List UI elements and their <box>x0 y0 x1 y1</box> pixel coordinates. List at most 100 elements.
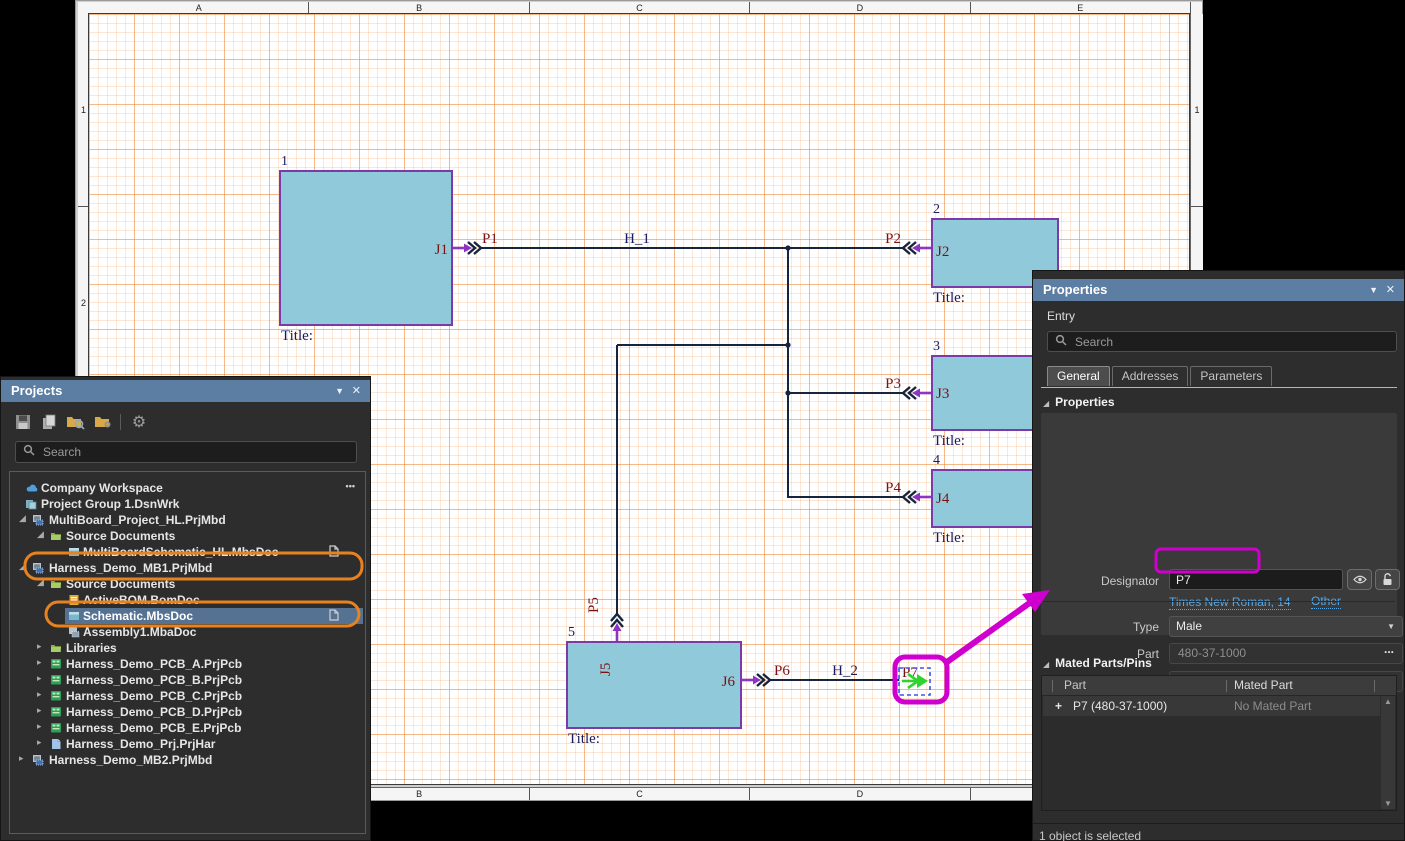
divider <box>1033 823 1404 824</box>
block-number: 2 <box>933 202 940 217</box>
expand-icon[interactable]: ▸ <box>37 641 42 652</box>
entry-designator-label[interactable]: P2 <box>885 231 901 247</box>
tree-item-multiboard-project-hl-prjmbd[interactable]: ◢MultiBoard_Project_HL.PrjMbd <box>10 512 365 528</box>
more-options-icon[interactable]: ••• <box>346 481 355 491</box>
settings-icon[interactable]: ⚙ <box>129 413 149 431</box>
connector-designator[interactable]: J6 <box>722 674 736 690</box>
project-options-icon[interactable] <box>93 413 113 431</box>
harness-net-label[interactable]: H_2 <box>832 663 858 679</box>
harness-net-label[interactable]: H_1 <box>624 231 650 247</box>
harness-wire[interactable] <box>788 248 904 497</box>
collapse-icon: ◢ <box>1043 660 1049 669</box>
connection-entry[interactable] <box>903 387 931 399</box>
scroll-down-icon[interactable]: ▼ <box>1381 799 1395 808</box>
properties-search-input[interactable] <box>1073 334 1389 350</box>
module-block-1[interactable]: 1 Title: <box>280 154 452 344</box>
tree-item-harness-demo-pcb-a-prjpcb[interactable]: ▸Harness_Demo_PCB_A.PrjPcb <box>10 656 365 672</box>
projects-panel-header[interactable]: Projects ▼ ✕ <box>1 380 370 402</box>
tab-general[interactable]: General <box>1047 366 1110 386</box>
expand-icon[interactable]: ▸ <box>37 689 42 700</box>
tree-item-harness-demo-pcb-e-prjpcb[interactable]: ▸Harness_Demo_PCB_E.PrjPcb <box>10 720 365 736</box>
tree-item-label: ActiveBOM.BomDoc <box>83 593 200 607</box>
tree-item-multiboardschematic-hl-mbsdoc[interactable]: MultiBoardSchematic_HL.MbsDoc <box>10 544 365 560</box>
entry-designator-label[interactable]: P5 <box>586 597 602 613</box>
projects-search-input[interactable] <box>41 444 349 460</box>
expand-icon[interactable]: ▸ <box>19 753 24 764</box>
block-number: 1 <box>281 154 288 169</box>
save-icon[interactable] <box>13 413 33 431</box>
panel-menu-icon[interactable]: ▼ <box>1369 279 1378 301</box>
expand-icon[interactable]: ▸ <box>37 737 42 748</box>
section-mated-parts[interactable]: ◢Mated Parts/Pins <box>1043 656 1152 670</box>
connection-entry[interactable] <box>742 674 770 686</box>
tree-item-harness-demo-pcb-c-prjpcb[interactable]: ▸Harness_Demo_PCB_C.PrjPcb <box>10 688 365 704</box>
mated-parts-table: Part Mated Part +P7 (480-37-1000)No Mate… <box>1041 675 1397 811</box>
collapse-icon[interactable]: ◢ <box>19 513 26 524</box>
collapse-icon[interactable]: ◢ <box>37 577 44 588</box>
scrollbar[interactable]: ▲ ▼ <box>1381 696 1395 809</box>
connector-designator[interactable]: J2 <box>936 244 949 260</box>
section-properties[interactable]: ◢Properties <box>1043 395 1115 409</box>
type-label: Type <box>1049 620 1159 634</box>
panel-menu-icon[interactable]: ▼ <box>335 380 344 402</box>
block-number: 5 <box>568 625 575 640</box>
bom-icon <box>68 594 80 609</box>
connector-designator[interactable]: J4 <box>936 491 950 507</box>
scroll-up-icon[interactable]: ▲ <box>1381 697 1395 706</box>
tree-item-harness-demo-mb1-prjmbd[interactable]: ◢Harness_Demo_MB1.PrjMbd <box>10 560 365 576</box>
collapse-icon[interactable]: ◢ <box>37 529 44 540</box>
font-link[interactable]: Times New Roman, 14 <box>1169 595 1291 610</box>
tree-item-harness-demo-mb2-prjmbd[interactable]: ▸Harness_Demo_MB2.PrjMbd <box>10 752 365 768</box>
projects-search[interactable] <box>15 441 357 463</box>
tree-item-harness-demo-pcb-b-prjpcb[interactable]: ▸ Harness_Demo_PCB_B.PrjPcb <box>10 672 365 688</box>
expand-icon[interactable]: ▸ <box>37 721 42 732</box>
mbd-icon <box>32 754 44 769</box>
connector-designator[interactable]: J3 <box>936 386 949 402</box>
designator-input[interactable] <box>1169 569 1343 590</box>
tab-addresses[interactable]: Addresses <box>1112 366 1189 386</box>
entry-designator-label[interactable]: P3 <box>885 376 901 392</box>
connector-designator[interactable]: J1 <box>435 242 448 258</box>
more-button[interactable]: ... <box>1384 642 1394 656</box>
tree-item-activebom-bomdoc[interactable]: ActiveBOM.BomDoc <box>10 592 365 608</box>
properties-panel-header[interactable]: Properties ▼ ✕ <box>1033 279 1404 301</box>
connection-entry[interactable] <box>453 242 481 254</box>
connection-entry[interactable] <box>611 614 623 641</box>
entry-designator-label[interactable]: P1 <box>482 231 498 247</box>
tree-item-schematic-mbsdoc[interactable]: Schematic.MbsDoc <box>10 608 365 624</box>
lock-button[interactable] <box>1375 569 1400 590</box>
panel-close-icon[interactable]: ✕ <box>1386 279 1395 301</box>
tree-item-company-workspace[interactable]: Company Workspace••• <box>10 480 365 496</box>
mated-table-row[interactable]: +P7 (480-37-1000)No Mated Part <box>1043 696 1380 716</box>
tree-item-assembly1-mbadoc[interactable]: Assembly1.MbaDoc <box>10 624 365 640</box>
tree-item-label: Schematic.MbsDoc <box>83 609 193 623</box>
entry-designator-label[interactable]: P4 <box>885 480 901 496</box>
tree-item-harness-demo-pcb-d-prjpcb[interactable]: ▸Harness_Demo_PCB_D.PrjPcb <box>10 704 365 720</box>
module-block-5[interactable]: 5Title: <box>567 625 741 747</box>
folder-icon <box>50 642 62 657</box>
properties-search[interactable] <box>1047 331 1397 352</box>
connector-designator[interactable]: J5 <box>598 663 614 676</box>
copy-icon[interactable] <box>39 413 59 431</box>
tree-item-harness-demo-prj-prjhar[interactable]: ▸Harness_Demo_Prj.PrjHar <box>10 736 365 752</box>
tree-item-source-documents[interactable]: ◢Source Documents <box>10 528 365 544</box>
tree-item-source-documents[interactable]: ◢Source Documents <box>10 576 365 592</box>
tree-item-libraries[interactable]: ▸Libraries <box>10 640 365 656</box>
visibility-button[interactable] <box>1347 569 1372 590</box>
open-project-icon[interactable] <box>65 413 85 431</box>
type-dropdown[interactable]: Male ▼ <box>1169 616 1403 637</box>
panel-close-icon[interactable]: ✕ <box>352 380 361 402</box>
toolbar-separator <box>120 414 121 430</box>
collapse-icon[interactable]: ◢ <box>19 561 26 572</box>
entry-designator-label[interactable]: P6 <box>774 663 790 679</box>
tree-item-project-group-1-dsnwrk[interactable]: Project Group 1.DsnWrk <box>10 496 365 512</box>
tree-item-label: Harness_Demo_PCB_B.PrjPcb <box>66 673 242 687</box>
expand-icon[interactable]: ▸ <box>37 705 42 716</box>
expand-row-icon[interactable]: + <box>1055 699 1062 713</box>
connection-entry[interactable] <box>903 242 931 254</box>
block-title: Title: <box>281 328 313 344</box>
tab-parameters[interactable]: Parameters <box>1190 366 1272 386</box>
expand-icon[interactable]: ▸ <box>37 657 42 668</box>
connection-entry[interactable] <box>903 491 931 503</box>
expand-icon[interactable]: ▸ <box>37 673 42 684</box>
